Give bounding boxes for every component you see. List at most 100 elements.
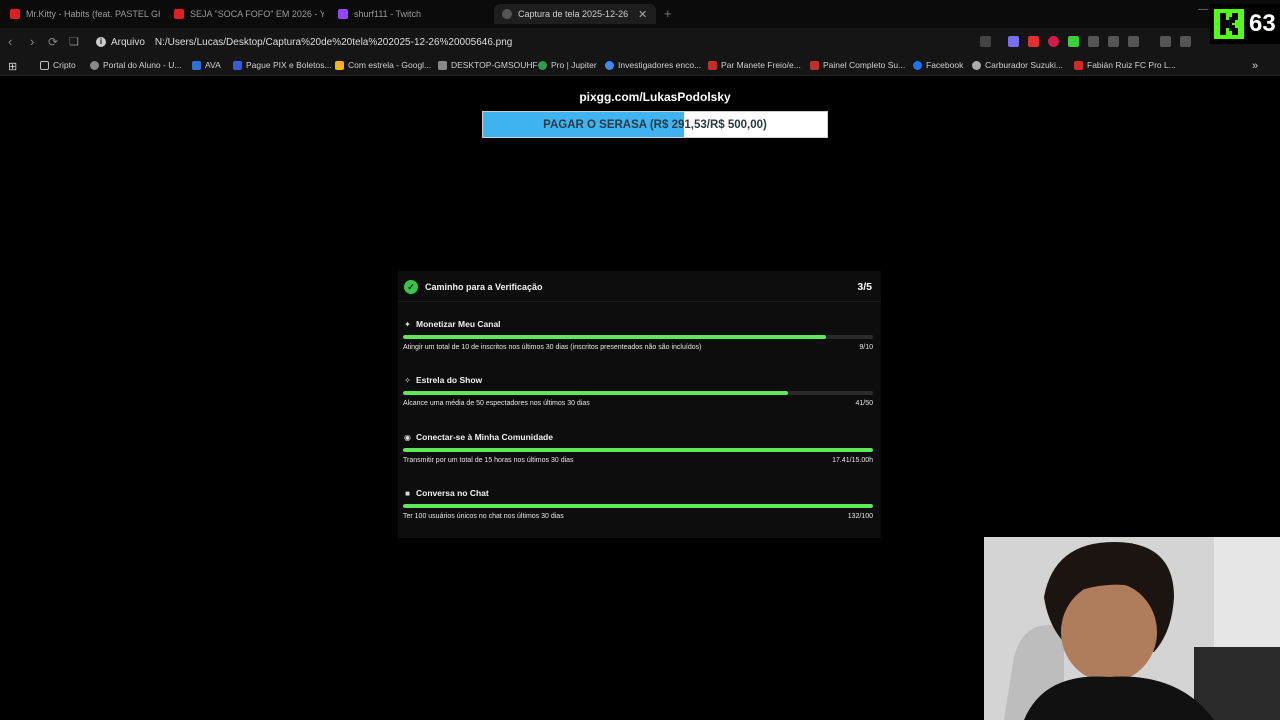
globe-icon bbox=[972, 60, 981, 70]
close-tab-icon[interactable]: ✕ bbox=[638, 8, 647, 21]
globe-icon bbox=[502, 9, 512, 19]
verification-item-show-star: ✧ Estrela do Show Alcance uma média de 50… bbox=[403, 374, 873, 419]
youtube-icon bbox=[10, 9, 20, 19]
address-url[interactable]: N:/Users/Lucas/Desktop/Captura%20de%20te… bbox=[155, 37, 512, 48]
verification-panel: ✓ Caminho para a Verificação 3/5 ✦ Moneti… bbox=[398, 271, 881, 538]
bookmark-item[interactable]: Pro | Jupiter bbox=[538, 60, 597, 70]
twitch-icon bbox=[338, 9, 348, 19]
bookmark-label: Cripto bbox=[53, 60, 76, 70]
progress-track bbox=[403, 448, 873, 452]
progress-fill bbox=[403, 448, 873, 452]
bookmark-item[interactable]: Pague PIX e Boletos... bbox=[233, 60, 332, 70]
progress-fill bbox=[403, 391, 789, 395]
pix-icon bbox=[233, 60, 242, 70]
extension-icon[interactable] bbox=[1028, 36, 1039, 47]
tab-label: Captura de tela 2025-12-26 005 bbox=[518, 9, 630, 19]
bookmark-item[interactable]: DESKTOP-GMSOUHF bbox=[438, 60, 538, 70]
panel-title: Caminho para a Verificação bbox=[425, 282, 543, 292]
bookmark-button[interactable]: ❑ bbox=[69, 34, 79, 50]
address-scheme: Arquivo bbox=[111, 36, 145, 48]
extension-icon[interactable] bbox=[1088, 36, 1099, 47]
youtube-icon bbox=[174, 9, 184, 19]
forward-button[interactable]: › bbox=[30, 34, 34, 50]
divider bbox=[398, 301, 881, 302]
webcam-feed bbox=[984, 537, 1280, 720]
donation-goal-bar: PAGAR O SERASA (R$ 291,53/R$ 500,00) bbox=[482, 111, 828, 138]
kick-logo-icon bbox=[1214, 9, 1244, 39]
verified-check-icon: ✓ bbox=[404, 280, 418, 294]
bookmark-label: DESKTOP-GMSOUHF bbox=[451, 60, 538, 70]
back-button[interactable]: ‹ bbox=[8, 34, 12, 50]
extension-icon[interactable] bbox=[1008, 36, 1019, 47]
bookmarks-bar: ⊞ Cripto Portal do Aluno - U... AVA Pagu… bbox=[0, 56, 1280, 76]
goal-url: pixgg.com/LukasPodolsky bbox=[579, 90, 731, 104]
webcam-image bbox=[984, 537, 1280, 720]
stage-icon: ✧ bbox=[404, 375, 411, 385]
bookmark-label: Pro | Jupiter bbox=[551, 60, 597, 70]
bookmark-item[interactable]: Fabián Ruiz FC Pro L... bbox=[1074, 60, 1176, 70]
address-bar[interactable]: i Arquivo N:/Users/Lucas/Desktop/Captura… bbox=[90, 31, 970, 53]
tab-screenshot[interactable]: Captura de tela 2025-12-26 005 ✕ bbox=[494, 4, 656, 24]
item-description: Transmitir por um total de 15 horas nos … bbox=[403, 457, 574, 464]
kick-viewer-badge: 63 bbox=[1210, 4, 1280, 44]
kick-k-icon bbox=[1214, 9, 1244, 39]
bookmark-item[interactable]: Carburador Suzuki... bbox=[972, 60, 1063, 70]
facebook-icon bbox=[913, 60, 922, 70]
broadcast-icon: ◉ bbox=[404, 432, 411, 442]
panel-header: ✓ Caminho para a Verificação 3/5 bbox=[404, 279, 872, 295]
extension-icon[interactable] bbox=[1068, 36, 1079, 47]
screenshot-icon[interactable] bbox=[1128, 36, 1139, 47]
new-tab-button[interactable]: + bbox=[664, 6, 672, 21]
bookmark-item[interactable]: AVA bbox=[192, 60, 221, 70]
bookmark-label: Facebook bbox=[926, 60, 964, 70]
bookmark-label: Investigadores enco... bbox=[618, 60, 702, 70]
progress-fill bbox=[403, 504, 873, 508]
jupiter-icon bbox=[538, 60, 547, 70]
bookmark-label: Carburador Suzuki... bbox=[985, 60, 1063, 70]
progress-track bbox=[403, 504, 873, 508]
sidebar-icon[interactable] bbox=[1180, 36, 1191, 47]
minimize-button[interactable]: — bbox=[1198, 4, 1208, 15]
tab-youtube-mr-kitty[interactable]: Mr.Kitty - Habits (feat. PASTEL GHOS bbox=[10, 4, 160, 24]
item-value: 9/10 bbox=[859, 344, 873, 351]
bookmark-label: Par Manete Freio/e... bbox=[721, 60, 801, 70]
item-description: Alcance uma média de 50 espectadores nos… bbox=[403, 400, 590, 407]
globe-icon bbox=[90, 60, 99, 70]
tab-youtube-soca-fofo[interactable]: SEJA "SOCA FOFO" EM 2026 - YouTu bbox=[174, 4, 324, 24]
bookmark-item[interactable]: Facebook bbox=[913, 60, 963, 70]
bookmark-item[interactable]: Com estrela - Googl... bbox=[335, 60, 431, 70]
bookmark-item[interactable]: Painel Completo Su... bbox=[810, 60, 905, 70]
verification-item-monetize: ✦ Monetizar Meu Canal Atingir um total de… bbox=[403, 318, 873, 363]
item-title: Monetizar Meu Canal bbox=[416, 319, 501, 329]
item-title: Conversa no Chat bbox=[416, 488, 489, 498]
bookmark-item[interactable]: Portal do Aluno - U... bbox=[90, 60, 181, 70]
ava-icon bbox=[192, 60, 201, 70]
bookmark-item[interactable]: Investigadores enco... bbox=[605, 60, 701, 70]
apps-icon[interactable]: ⊞ bbox=[8, 60, 17, 73]
info-icon[interactable]: i bbox=[96, 37, 106, 47]
more-bookmarks-icon[interactable]: » bbox=[1252, 60, 1258, 72]
tab-twitch[interactable]: shurf111 - Twitch bbox=[338, 4, 488, 24]
item-value: 41/50 bbox=[855, 400, 873, 407]
futbin-icon bbox=[1074, 60, 1083, 70]
extension-icon[interactable] bbox=[1048, 36, 1059, 47]
bookmark-folder[interactable]: Cripto bbox=[40, 60, 76, 70]
shop-icon bbox=[708, 60, 717, 70]
tab-label: SEJA "SOCA FOFO" EM 2026 - YouTu bbox=[190, 9, 324, 19]
verification-item-chat: ■ Conversa no Chat Ter 100 usuários único… bbox=[403, 487, 873, 532]
bookmark-item[interactable]: Par Manete Freio/e... bbox=[708, 60, 801, 70]
panel-count: 3/5 bbox=[857, 281, 872, 293]
progress-fill bbox=[403, 335, 826, 339]
sparkle-icon: ✦ bbox=[404, 319, 411, 329]
bookmark-label: Fabián Ruiz FC Pro L... bbox=[1087, 60, 1176, 70]
bookmark-label: AVA bbox=[205, 60, 221, 70]
media-icon[interactable] bbox=[1160, 36, 1171, 47]
item-description: Atingir um total de 10 de inscritos nos … bbox=[403, 344, 702, 351]
tab-bar: Mr.Kitty - Habits (feat. PASTEL GHOS SEJ… bbox=[0, 0, 1280, 28]
item-value: 17.41/15.00h bbox=[832, 457, 873, 464]
puzzle-icon[interactable] bbox=[1108, 36, 1119, 47]
brave-shield-icon[interactable] bbox=[980, 36, 991, 47]
reload-button[interactable]: ⟳ bbox=[48, 34, 58, 50]
tab-label: shurf111 - Twitch bbox=[354, 9, 422, 19]
browser-toolbar: ‹ › ⟳ ❑ i Arquivo N:/Users/Lucas/Desktop… bbox=[0, 28, 1280, 56]
